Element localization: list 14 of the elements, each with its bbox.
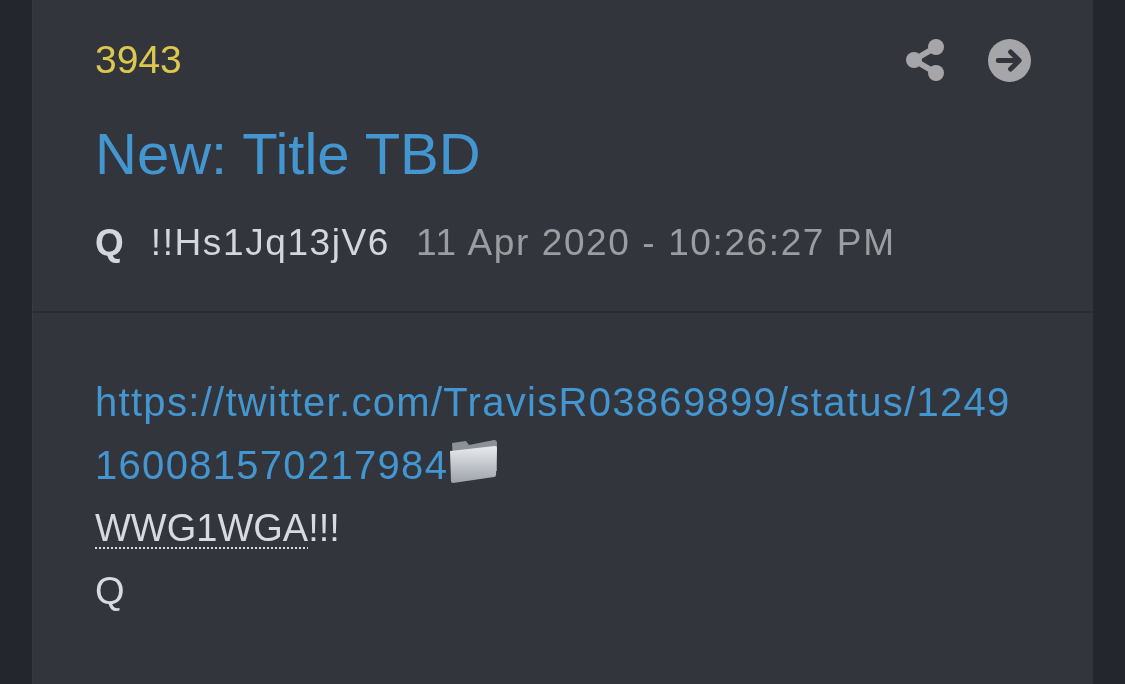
tripcode: !!Hs1Jq13jV6 [150, 221, 391, 265]
arrow-circle-icon [988, 38, 1031, 82]
open-post-button[interactable] [988, 38, 1031, 82]
body-text: Q [95, 570, 125, 612]
post-date: 11 Apr 2020 - 10:26:27 PM [416, 221, 896, 265]
abbreviation: WWG1WGA [95, 507, 309, 549]
author-name: Q [95, 221, 124, 265]
post-title[interactable]: New: Title TBD [95, 119, 481, 189]
body-text: !!! [308, 507, 340, 549]
post-number: 3943 [95, 37, 182, 83]
share-button[interactable] [906, 39, 944, 81]
share-icon [906, 39, 944, 81]
folder-icon [448, 437, 499, 483]
tweet-link[interactable]: https://twitter.com/TravisR03869899/status/1249160081570217984 [95, 371, 1031, 497]
